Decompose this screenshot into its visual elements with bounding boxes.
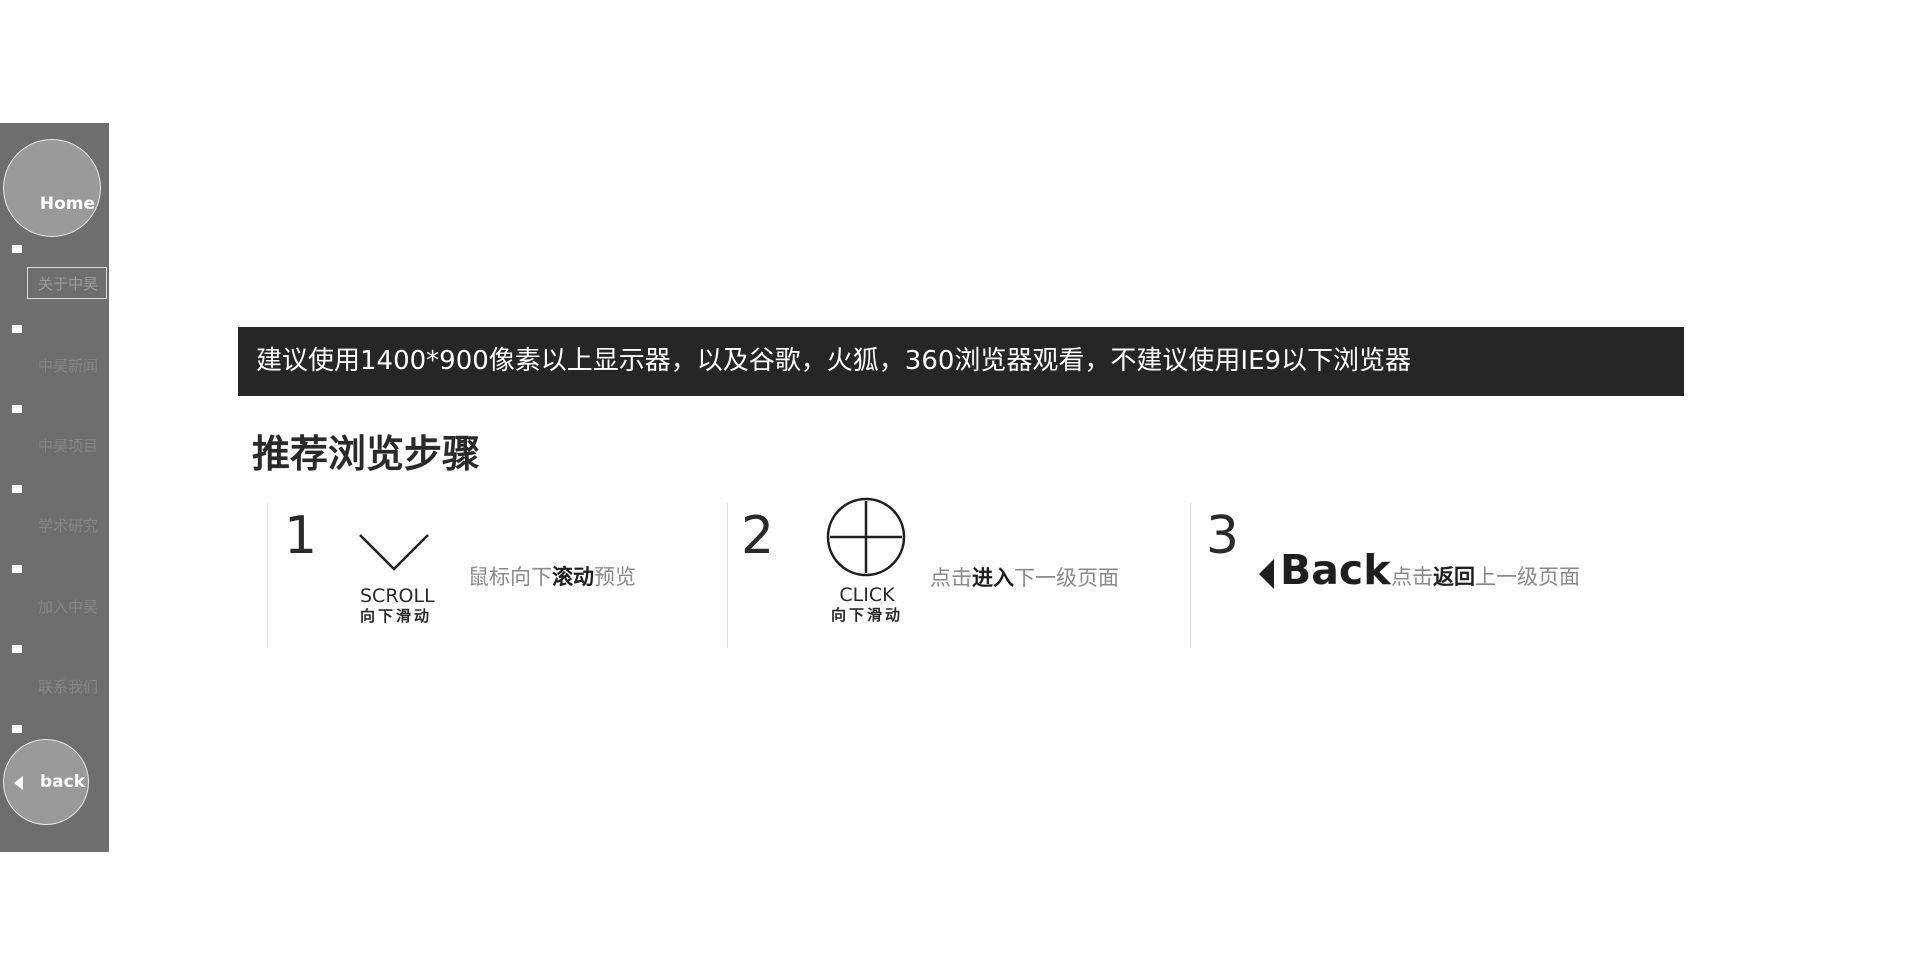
- sidebar-item-contact[interactable]: 联系我们: [38, 676, 98, 697]
- sidebar-item-research[interactable]: 学术研究: [38, 515, 98, 536]
- nav-bullet: [12, 725, 22, 733]
- step-number: 1: [284, 506, 318, 566]
- browser-notice-banner: 建议使用1400*900像素以上显示器，以及谷歌，火狐，360浏览器观看，不建议…: [238, 327, 1684, 396]
- sidebar-item-news[interactable]: 中昊新闻: [38, 355, 98, 376]
- step-divider: [267, 503, 268, 648]
- section-title: 推荐浏览步骤: [252, 432, 481, 476]
- home-label: Home: [39, 194, 95, 214]
- step-number: 2: [741, 506, 775, 566]
- nav-bullet: [12, 565, 22, 573]
- sidebar-nav: Home 关于中昊 中昊新闻 中昊项目 学术研究 加入中昊 联系我们 back: [0, 123, 109, 852]
- nav-bullet: [12, 645, 22, 653]
- sidebar-item-projects[interactable]: 中昊项目: [38, 435, 98, 456]
- nav-bullet: [12, 405, 22, 413]
- step-description: 点击进入下一级页面: [930, 566, 1119, 590]
- sidebar-item-join[interactable]: 加入中昊: [38, 596, 98, 617]
- step-number: 3: [1206, 506, 1240, 566]
- plus-circle-icon: [826, 497, 906, 577]
- back-text-icon: Back: [1280, 546, 1391, 594]
- click-caption: CLICK 向下滑动: [831, 584, 903, 624]
- back-label: back: [40, 772, 86, 792]
- scroll-caption-en: SCROLL: [360, 585, 435, 607]
- step-divider: [727, 503, 728, 648]
- scroll-caption-zh: 向下滑动: [360, 607, 433, 625]
- back-arrow-icon: [14, 776, 23, 790]
- back-button[interactable]: back: [3, 739, 89, 825]
- step-divider: [1190, 503, 1191, 648]
- home-button[interactable]: Home: [3, 139, 101, 237]
- click-caption-en: CLICK: [839, 584, 895, 606]
- nav-bullet: [12, 245, 22, 253]
- click-caption-zh: 向下滑动: [831, 606, 904, 624]
- chevron-down-icon: [359, 534, 429, 571]
- step-description: 点击返回上一级页面: [1391, 565, 1580, 589]
- scroll-caption: SCROLL 向下滑动: [360, 585, 435, 625]
- nav-bullet: [12, 325, 22, 333]
- nav-bullet: [12, 485, 22, 493]
- sidebar-item-about[interactable]: 关于中昊: [27, 267, 107, 299]
- triangle-left-icon: [1259, 559, 1274, 589]
- step-description: 鼠标向下滚动预览: [468, 565, 636, 589]
